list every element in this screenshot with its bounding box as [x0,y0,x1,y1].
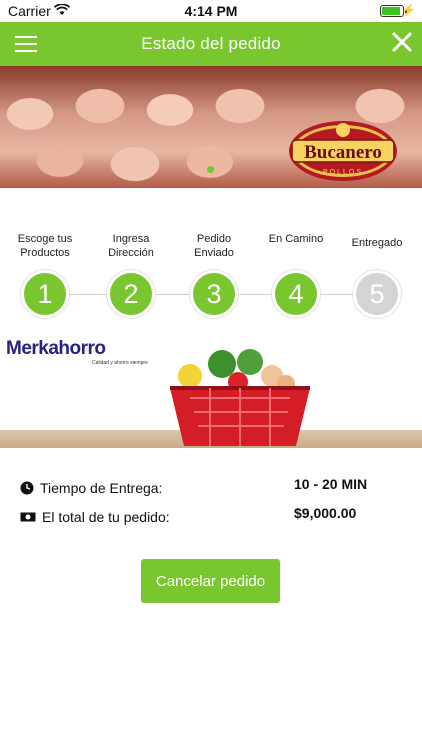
step-circle: 1 [21,270,69,318]
step-circle: 4 [272,270,320,318]
cash-icon [20,512,36,522]
step-1: Escoge tus Productos 1 [0,200,90,318]
order-total-value: $9,000.00 [294,505,357,521]
status-bar: Carrier 4:14 PM ⚡ [0,0,422,22]
step-label: En Camino [268,233,324,245]
step-4: En Camino 4 [251,200,341,318]
store-banner: Merkahorro Calidad y ahorro siempre [0,336,422,448]
close-icon[interactable] [390,30,414,54]
step-label: Escoge tus Productos [17,233,73,259]
cancel-order-button[interactable]: Cancelar pedido [141,559,280,603]
step-circle: 3 [190,270,238,318]
bucanero-logo: Bucanero POLLOS [289,121,397,181]
carousel-page-indicator[interactable] [207,166,214,173]
charging-icon: ⚡ [401,3,416,17]
grocery-basket-image [170,349,310,446]
clock-icon [20,481,34,495]
step-2: Ingresa Dirección 2 [86,200,176,318]
step-label: Ingresa Dirección [108,233,154,259]
step-3: Pedido Enviado 3 [169,200,259,318]
delivery-time-label: Tiempo de Entrega: [40,480,163,496]
delivery-time-value: 10 - 20 MIN [294,476,368,492]
svg-text:Bucanero: Bucanero [304,142,382,163]
store-tagline: Calidad y ahorro siempre [92,360,148,366]
step-label: Pedido Enviado [194,233,234,259]
store-brand: Merkahorro [6,338,106,359]
step-circle: 5 [353,270,401,318]
step-label: Entregado [351,237,403,249]
step-5: Entregado 5 [332,200,422,318]
hamburger-menu-icon[interactable] [15,36,37,52]
page-title: Estado del pedido [141,34,281,53]
order-total-label: El total de tu pedido: [42,509,170,525]
step-circle: 2 [107,270,155,318]
order-progress: Escoge tus Productos 1 Ingresa Dirección… [0,200,422,330]
status-time: 4:14 PM [184,3,238,19]
nav-bar: Estado del pedido [0,22,422,66]
svg-text:POLLOS: POLLOS [323,169,363,176]
